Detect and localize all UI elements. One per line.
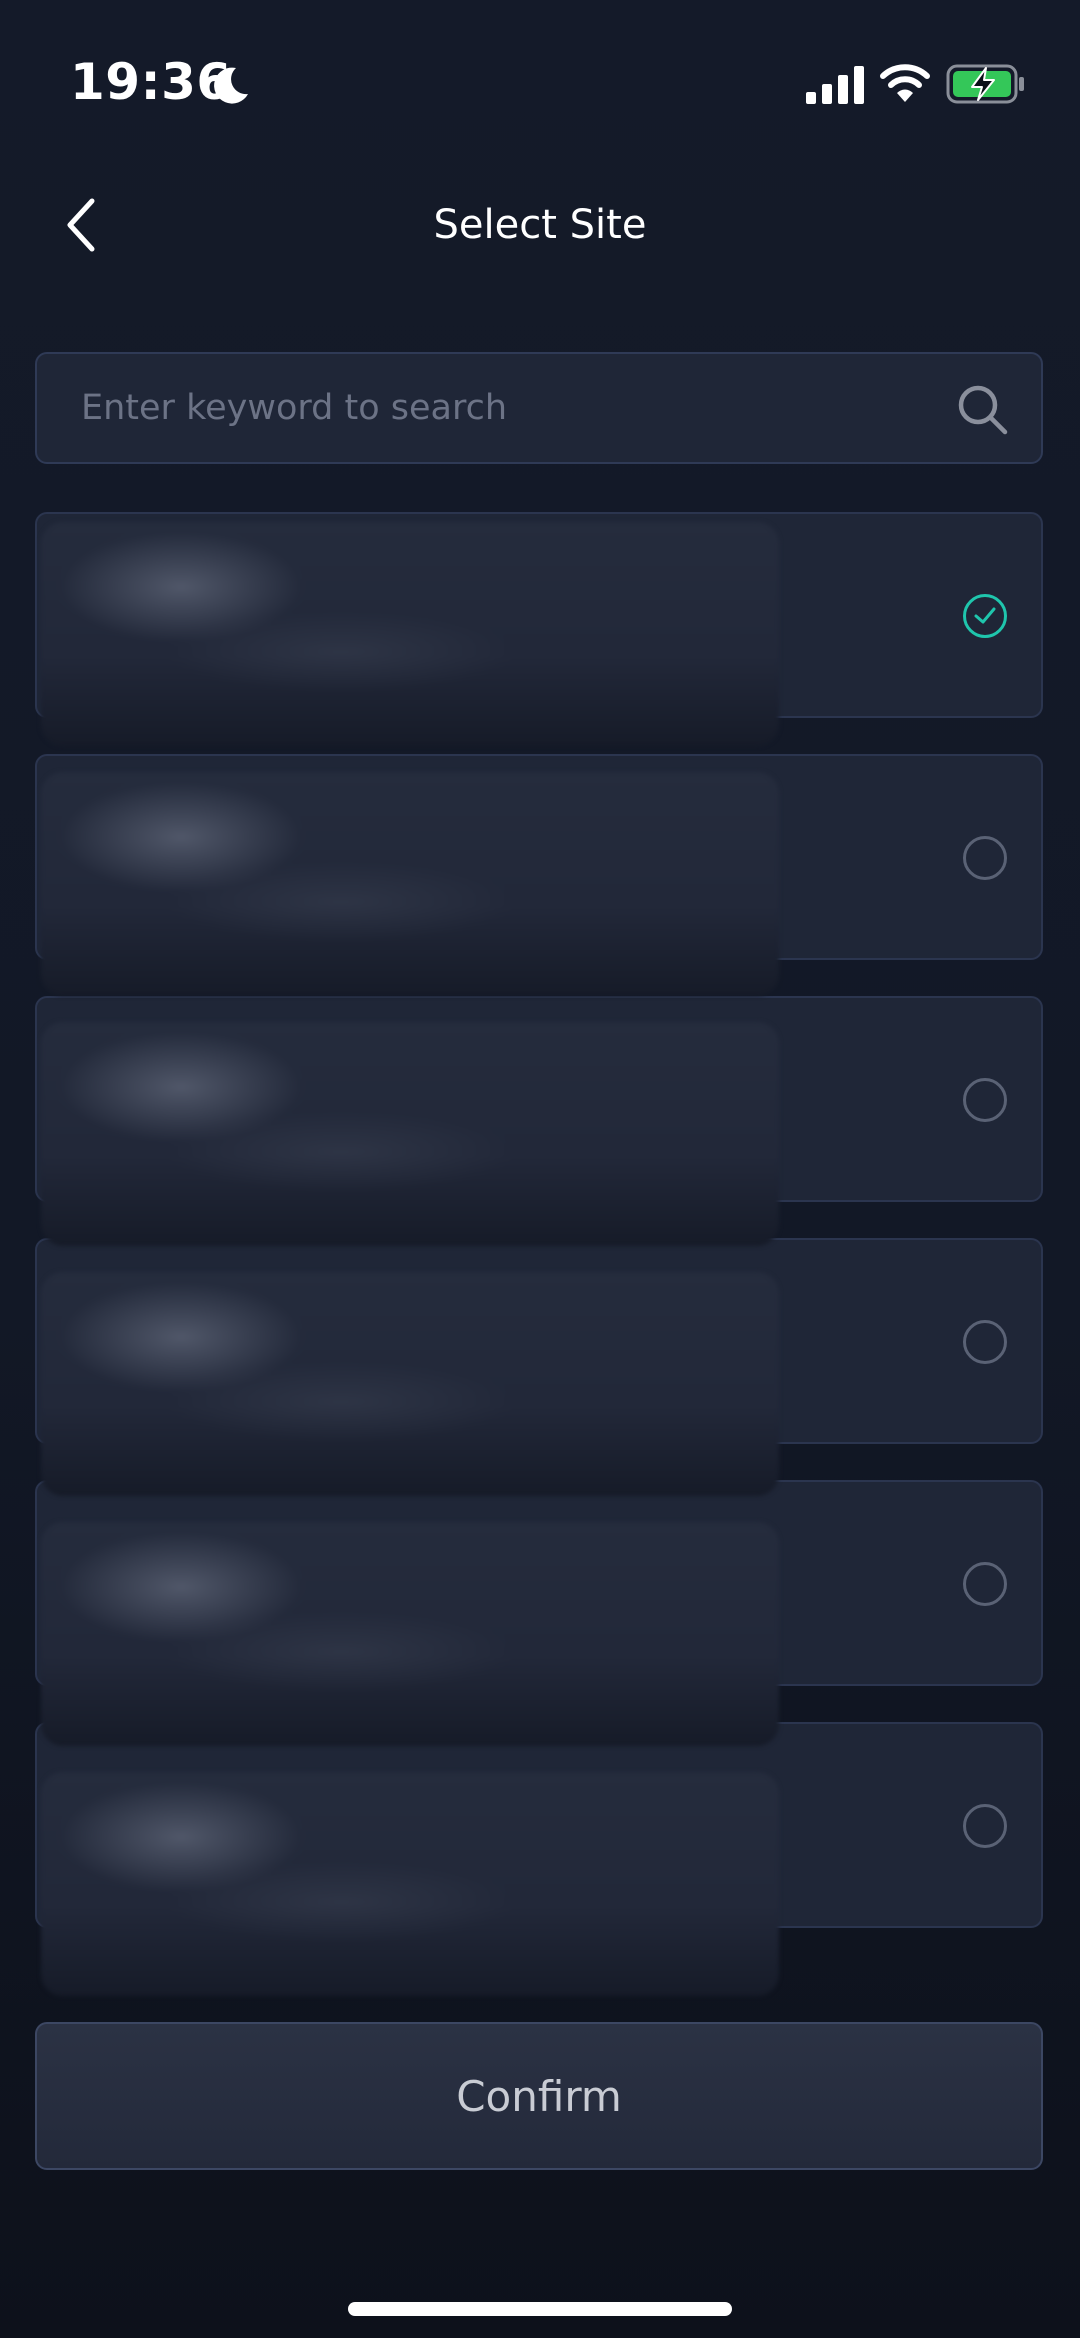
- home-indicator[interactable]: [348, 2302, 732, 2316]
- radio-unselected-icon[interactable]: [963, 836, 1007, 880]
- status-bar: 19:36: [0, 0, 1080, 160]
- confirm-button[interactable]: Confirm: [35, 2022, 1043, 2170]
- moon-icon: [214, 67, 248, 104]
- redacted-site-info: [41, 1022, 779, 1246]
- status-time: 19:36: [70, 53, 232, 111]
- nav-bar: Select Site: [0, 170, 1080, 280]
- search-icon[interactable]: [955, 382, 1009, 436]
- wifi-icon: [880, 64, 930, 102]
- redacted-site-info: [41, 772, 779, 996]
- radio-unselected-icon[interactable]: [963, 1078, 1007, 1122]
- search-box: [35, 352, 1043, 464]
- signal-icon: [806, 66, 864, 104]
- radio-selected-icon[interactable]: [963, 594, 1007, 638]
- radio-unselected-icon[interactable]: [963, 1562, 1007, 1606]
- redacted-site-info: [41, 1772, 779, 1996]
- search-input[interactable]: [81, 354, 901, 462]
- page-title: Select Site: [433, 202, 647, 248]
- radio-unselected-icon[interactable]: [963, 1320, 1007, 1364]
- battery-charging-icon: [946, 64, 1024, 104]
- redacted-site-info: [41, 1522, 779, 1746]
- radio-unselected-icon[interactable]: [963, 1804, 1007, 1848]
- redacted-site-info: [41, 1272, 779, 1496]
- redacted-site-info: [41, 522, 779, 746]
